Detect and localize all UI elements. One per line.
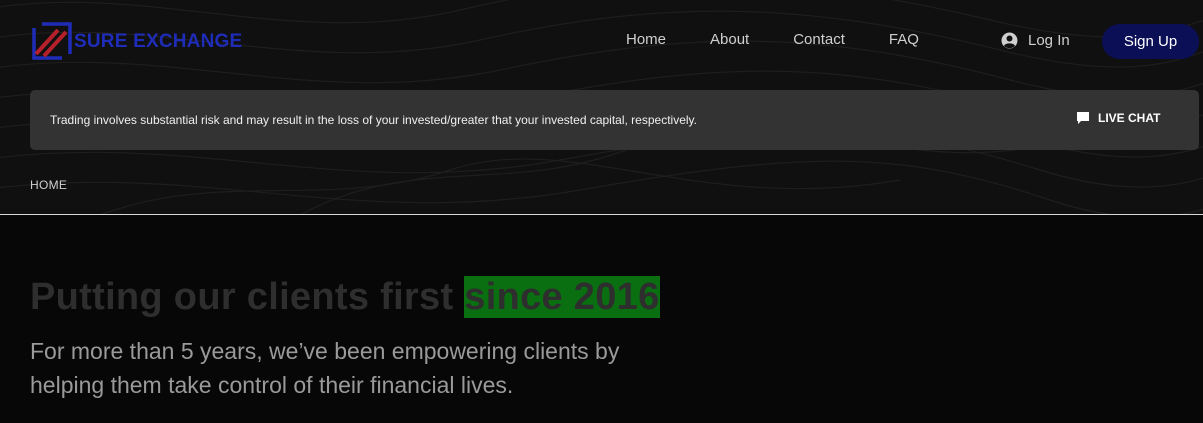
breadcrumb-home[interactable]: HOME bbox=[30, 178, 67, 192]
sure-exchange-logo-icon bbox=[32, 22, 72, 60]
risk-notice-bar: Trading involves substantial risk and ma… bbox=[30, 90, 1199, 150]
chat-bubble-icon bbox=[1077, 112, 1089, 124]
breadcrumb: HOME bbox=[30, 178, 67, 192]
site-header: SURE EXCHANGE Home About Contact FAQ Log… bbox=[0, 0, 1203, 215]
brand-name: SURE EXCHANGE bbox=[74, 31, 243, 52]
login-label: Log In bbox=[1028, 32, 1070, 49]
risk-notice-text: Trading involves substantial risk and ma… bbox=[50, 113, 697, 127]
hero-title-prefix: Putting our clients first bbox=[30, 276, 465, 318]
nav-about-link[interactable]: About bbox=[710, 31, 749, 48]
nav-home-link[interactable]: Home bbox=[626, 31, 666, 48]
login-link[interactable]: Log In bbox=[1001, 32, 1070, 49]
main-nav: Home About Contact FAQ bbox=[626, 31, 963, 48]
hero-subtitle: For more than 5 years, we’ve been empowe… bbox=[30, 338, 620, 398]
user-circle-icon bbox=[1001, 32, 1018, 49]
brand-logo[interactable]: SURE EXCHANGE bbox=[32, 22, 242, 62]
hero-title-highlight: since 2016 bbox=[464, 276, 660, 318]
nav-contact-link[interactable]: Contact bbox=[793, 31, 845, 48]
nav-faq-link[interactable]: FAQ bbox=[889, 31, 919, 48]
live-chat-button[interactable]: LIVE CHAT bbox=[1076, 111, 1160, 125]
live-chat-label: LIVE CHAT bbox=[1098, 111, 1161, 125]
signup-button[interactable]: Sign Up bbox=[1102, 24, 1199, 59]
hero-title: Putting our clients first since 2016 bbox=[30, 272, 660, 322]
